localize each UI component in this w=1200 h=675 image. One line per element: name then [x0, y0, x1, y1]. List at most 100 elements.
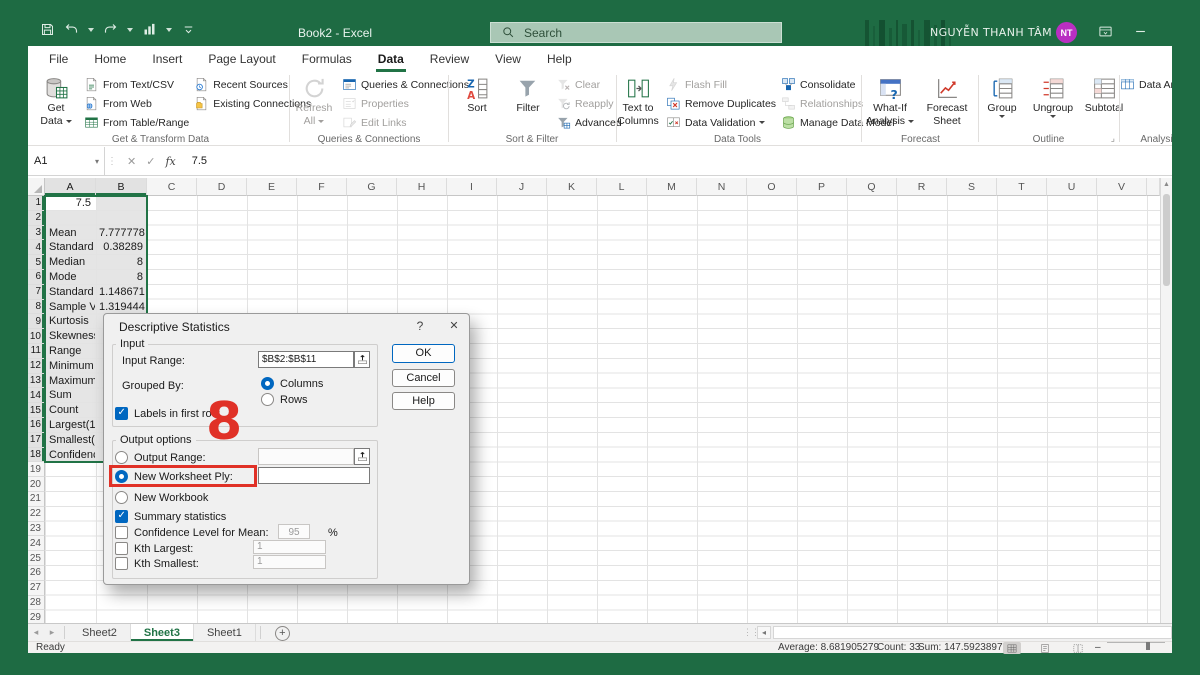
data-validation-button[interactable]: Data Validation: [666, 115, 776, 130]
insert-function-icon[interactable]: fx: [165, 155, 175, 168]
save-icon[interactable]: [40, 22, 55, 37]
ribbon-tab-insert[interactable]: Insert: [139, 46, 195, 72]
column-header-i[interactable]: I: [447, 178, 497, 196]
new-sheet-button[interactable]: +: [275, 626, 290, 641]
column-header-l[interactable]: L: [597, 178, 647, 196]
confidence-level-checkbox[interactable]: [115, 526, 128, 539]
row-header-18[interactable]: 18: [28, 448, 45, 463]
row-header-10[interactable]: 10: [28, 329, 45, 344]
column-header-q[interactable]: Q: [847, 178, 897, 196]
refresh-all-button[interactable]: RefreshAll: [291, 74, 337, 127]
cell-b7[interactable]: 1.148671: [96, 285, 146, 300]
column-header-s[interactable]: S: [947, 178, 997, 196]
search-input[interactable]: Search: [490, 22, 782, 43]
remove-duplicates-button[interactable]: Remove Duplicates: [666, 96, 776, 111]
redo-dropdown-icon[interactable]: [127, 28, 133, 32]
enter-formula-icon[interactable]: ✓: [146, 155, 155, 168]
cell-a16[interactable]: Largest(1): [46, 418, 95, 433]
cell-b3[interactable]: 7.777778: [96, 226, 146, 241]
cell-a5[interactable]: Median: [46, 255, 95, 270]
cell-a9[interactable]: Kurtosis: [46, 314, 95, 329]
text-to-columns-button[interactable]: Text toColumns: [615, 74, 661, 127]
labels-first-row-checkbox[interactable]: [115, 407, 128, 420]
cell-a3[interactable]: Mean: [46, 226, 95, 241]
page-layout-view-icon[interactable]: [1036, 642, 1054, 654]
column-header-n[interactable]: N: [697, 178, 747, 196]
undo-dropdown-icon[interactable]: [88, 28, 94, 32]
row-header-5[interactable]: 5: [28, 255, 45, 270]
avatar[interactable]: NT: [1056, 22, 1077, 43]
column-header-m[interactable]: M: [647, 178, 697, 196]
input-range-picker-icon[interactable]: [354, 351, 370, 368]
clear-button[interactable]: Clear: [556, 77, 622, 92]
cell-a13[interactable]: Maximum: [46, 374, 95, 389]
forecast-sheet-button[interactable]: ForecastSheet: [921, 74, 973, 127]
row-header-7[interactable]: 7: [28, 285, 45, 300]
column-header-partial[interactable]: [1147, 178, 1160, 196]
sheet-nav-left-icon[interactable]: ◂: [28, 624, 44, 641]
cell-a7[interactable]: Standard D: [46, 285, 95, 300]
ribbon-tab-help[interactable]: Help: [534, 46, 585, 72]
column-header-c[interactable]: C: [147, 178, 197, 196]
ungroup-button[interactable]: Ungroup: [1030, 74, 1076, 118]
column-header-p[interactable]: P: [797, 178, 847, 196]
row-header-15[interactable]: 15: [28, 403, 45, 418]
kth-smallest-checkbox[interactable]: [115, 557, 128, 570]
normal-view-icon[interactable]: [1003, 642, 1021, 654]
row-header-11[interactable]: 11: [28, 344, 45, 359]
sheet-tab-sheet3[interactable]: Sheet3: [131, 624, 194, 641]
name-box-dropdown-icon[interactable]: ▾: [95, 157, 99, 166]
row-header-2[interactable]: 2: [28, 211, 45, 226]
zoom-out-icon[interactable]: –: [1095, 642, 1101, 654]
new-workbook-radio[interactable]: [115, 491, 128, 504]
cell-a17[interactable]: Smallest(1: [46, 433, 95, 448]
row-header-27[interactable]: 27: [28, 581, 45, 596]
column-header-a[interactable]: A: [45, 178, 96, 196]
hscroll-left-icon[interactable]: ◂: [757, 626, 771, 639]
cancel-button[interactable]: Cancel: [392, 369, 455, 387]
summary-statistics-checkbox[interactable]: [115, 510, 128, 523]
ribbon-tab-page-layout[interactable]: Page Layout: [195, 46, 288, 72]
row-header-29[interactable]: 29: [28, 610, 45, 623]
column-header-d[interactable]: D: [197, 178, 247, 196]
cell-b6[interactable]: 8: [96, 270, 146, 285]
dialog-help-icon[interactable]: ?: [412, 319, 428, 333]
reapply-button[interactable]: Reapply: [556, 96, 622, 111]
group-button[interactable]: Group: [979, 74, 1025, 118]
column-header-e[interactable]: E: [247, 178, 297, 196]
what-if-analysis-button[interactable]: ?What-IfAnalysis: [864, 74, 916, 127]
cell-b4[interactable]: 0.38289: [96, 240, 146, 255]
ribbon-tab-file[interactable]: File: [36, 46, 81, 72]
cell-a11[interactable]: Range: [46, 344, 95, 359]
row-header-21[interactable]: 21: [28, 492, 45, 507]
row-header-8[interactable]: 8: [28, 300, 45, 315]
undo-icon[interactable]: [64, 22, 79, 37]
sort-button[interactable]: ZASort: [454, 74, 500, 114]
row-header-26[interactable]: 26: [28, 566, 45, 581]
data-analysis-button[interactable]: Data Analysis: [1120, 77, 1172, 92]
row-header-13[interactable]: 13: [28, 374, 45, 389]
row-header-20[interactable]: 20: [28, 477, 45, 492]
row-header-6[interactable]: 6: [28, 270, 45, 285]
ribbon-tab-home[interactable]: Home: [81, 46, 139, 72]
output-range-radio[interactable]: [115, 451, 128, 464]
close-icon[interactable]: ✕: [445, 319, 463, 332]
kth-largest-checkbox[interactable]: [115, 542, 128, 555]
column-header-t[interactable]: T: [997, 178, 1047, 196]
ribbon-tab-review[interactable]: Review: [417, 46, 482, 72]
vscroll-thumb[interactable]: [1163, 194, 1170, 286]
rows-radio-label[interactable]: Rows: [280, 394, 308, 406]
input-range-field[interactable]: $B$2:$B$11: [258, 351, 354, 368]
user-name[interactable]: NGUYỄN THANH TÂM: [930, 26, 1048, 39]
kth-largest-field[interactable]: 1: [253, 540, 326, 554]
row-header-24[interactable]: 24: [28, 536, 45, 551]
cell-a8[interactable]: Sample Va: [46, 300, 95, 315]
column-header-v[interactable]: V: [1097, 178, 1147, 196]
kth-largest-label[interactable]: Kth Largest:: [134, 543, 193, 555]
cell-a4[interactable]: Standard E: [46, 240, 95, 255]
row-header-19[interactable]: 19: [28, 462, 45, 477]
cell-a10[interactable]: Skewness: [46, 329, 95, 344]
cell-a1[interactable]: 7.5: [45, 196, 94, 211]
kth-smallest-field[interactable]: 1: [253, 555, 326, 569]
cell-a15[interactable]: Count: [46, 403, 95, 418]
